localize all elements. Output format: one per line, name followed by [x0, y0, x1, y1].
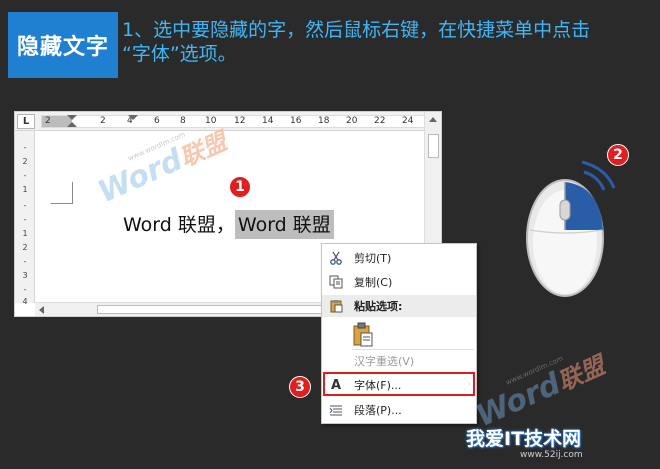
vruler-tick: 3 [22, 271, 28, 280]
site-logo: 我爱IT技术网 [466, 428, 582, 450]
ruler-tick: 2 [45, 116, 51, 126]
ruler-tick: 2 [100, 116, 106, 126]
clipboard-small-icon [328, 298, 344, 314]
menu-item-reconvert[interactable]: 汉字重选(V) [322, 350, 476, 372]
vruler-tick: - [23, 215, 27, 224]
document-text-line[interactable]: Word 联盟， Word 联盟 [123, 210, 334, 239]
step-badge-1: 1 [229, 176, 251, 198]
tab-selector-button[interactable]: L [17, 114, 35, 129]
watermark-url: www.wordlm.com [504, 354, 565, 387]
vruler-tick: 2 [22, 243, 28, 252]
scissors-icon [328, 250, 344, 266]
page-margin-corner [51, 182, 73, 204]
vruler-tick: - [23, 201, 27, 210]
selected-text[interactable]: Word 联盟 [234, 210, 334, 239]
document-text[interactable]: Word 联盟， [123, 210, 235, 239]
menu-item-cut[interactable]: 剪切(T) [322, 247, 476, 269]
watermark-logo: www.wordlm.com Word联盟 [471, 346, 610, 434]
ruler-tick: 24 [402, 116, 414, 126]
first-line-indent-marker[interactable] [67, 115, 77, 120]
site-url: www.52ij.com [520, 450, 583, 460]
context-menu: 剪切(T) 复制(C) 粘贴选项: 汉字重选(V) A 字体(F)... 段落(… [321, 243, 477, 424]
menu-label-copy: 复制(C) [354, 276, 393, 289]
hanging-indent-marker[interactable] [67, 122, 77, 127]
vruler-tick: - [23, 143, 27, 152]
vruler-tick: - [23, 285, 27, 294]
mouse-illustration [520, 160, 616, 300]
ruler-tick: 20 [346, 116, 358, 126]
font-item-highlight [323, 372, 475, 396]
ruler-tick: 8 [180, 116, 186, 126]
ruler-tick: 6 [154, 116, 160, 126]
ruler-tick: 16 [290, 116, 302, 126]
ruler-tick: 10 [205, 116, 217, 126]
ruler-tick: 14 [262, 116, 274, 126]
ruler-tick: 12 [234, 116, 246, 126]
vertical-ruler: - 2 - 1 - - 1 2 - 3 - 4 [15, 131, 35, 306]
title-badge: 隐藏文字 [8, 12, 118, 78]
vruler-tick: 1 [22, 229, 28, 238]
clipboard-icon[interactable] [352, 322, 374, 348]
step-badge-3: 3 [289, 376, 311, 398]
right-indent-marker[interactable] [128, 115, 138, 120]
menu-label-cut: 剪切(T) [354, 252, 392, 265]
watermark-cn: 联盟 [553, 351, 609, 397]
ruler-strip: 2 2 4 6 8 10 12 14 16 18 20 22 24 [41, 115, 431, 128]
horizontal-ruler: L 2 2 4 6 8 10 12 14 16 18 20 22 24 [15, 112, 431, 131]
ruler-tick: 18 [318, 116, 330, 126]
vertical-scroll-thumb[interactable] [428, 134, 439, 158]
vruler-tick: 4 [22, 297, 28, 306]
menu-label-paragraph: 段落(P)... [354, 404, 402, 417]
vruler-tick: 2 [22, 157, 28, 166]
menu-item-copy[interactable]: 复制(C) [322, 271, 476, 293]
instruction-line-2: “字体”选项。 [122, 43, 237, 65]
menu-item-paragraph[interactable]: 段落(P)... [322, 399, 476, 421]
copy-icon [328, 274, 344, 290]
instruction-text: 1、选中要隐藏的字，然后鼠标右键，在快捷菜单中点击 “字体”选项。 [122, 18, 652, 66]
vruler-tick: 1 [22, 185, 28, 194]
scroll-left-icon[interactable] [39, 306, 44, 314]
ruler-tick: 22 [374, 116, 386, 126]
paragraph-icon [328, 402, 344, 418]
instruction-line-1: 1、选中要隐藏的字，然后鼠标右键，在快捷菜单中点击 [122, 19, 591, 41]
vruler-tick: - [23, 171, 27, 180]
scroll-up-icon[interactable] [429, 117, 437, 122]
menu-label-reconvert: 汉字重选(V) [354, 355, 415, 368]
menu-header-paste-options: 粘贴选项: [322, 295, 476, 317]
vruler-tick: - [23, 257, 27, 266]
menu-label-paste-options: 粘贴选项: [354, 300, 403, 313]
